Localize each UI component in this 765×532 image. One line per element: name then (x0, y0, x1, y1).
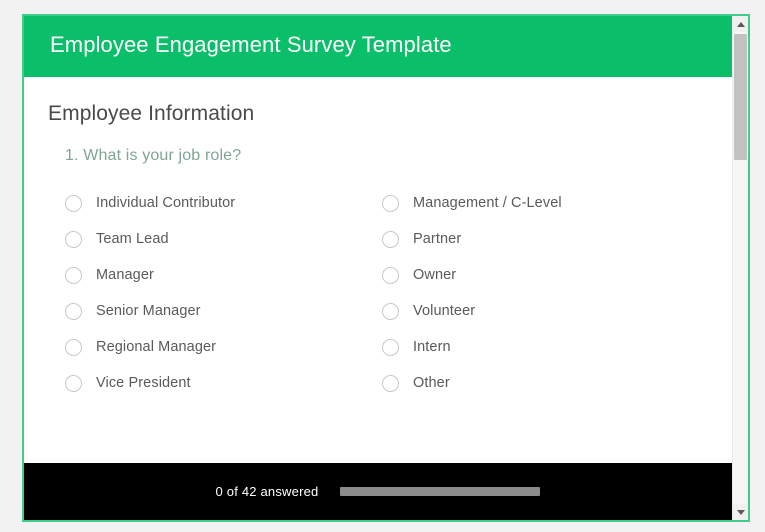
option-label: Intern (413, 339, 451, 355)
radio-option-manager[interactable]: Manager (65, 257, 365, 293)
radio-circle-icon[interactable] (65, 374, 82, 392)
scrollbar-thumb[interactable] (734, 34, 747, 160)
triangle-down-icon (736, 509, 745, 515)
question-text: 1. What is your job role? (65, 147, 242, 164)
footer-progress-group: 0 of 42 answered (24, 463, 732, 520)
answered-count-label: 0 of 42 answered (215, 484, 319, 499)
radio-circle-icon[interactable] (382, 302, 399, 320)
option-label: Senior Manager (96, 303, 201, 319)
survey-footer: 0 of 42 answered (24, 463, 732, 520)
survey-card: Employee Engagement Survey Template Empl… (22, 14, 750, 522)
radio-circle-icon[interactable] (382, 338, 399, 356)
radio-option-regional-manager[interactable]: Regional Manager (65, 329, 365, 365)
radio-circle-icon[interactable] (382, 230, 399, 248)
radio-option-vice-president[interactable]: Vice President (65, 365, 365, 401)
section-heading: Employee Information (48, 102, 255, 125)
option-label: Other (413, 375, 450, 391)
radio-circle-icon[interactable] (382, 266, 399, 284)
survey-title: Employee Engagement Survey Template (50, 32, 452, 57)
progress-bar (340, 487, 541, 496)
radio-option-partner[interactable]: Partner (382, 221, 702, 257)
option-label: Manager (96, 267, 154, 283)
radio-option-senior-manager[interactable]: Senior Manager (65, 293, 365, 329)
options-column-right: Management / C-Level Partner Owner Volun… (382, 185, 702, 401)
option-label: Team Lead (96, 231, 169, 247)
vertical-scrollbar[interactable] (732, 16, 748, 520)
option-label: Partner (413, 231, 462, 247)
radio-option-volunteer[interactable]: Volunteer (382, 293, 702, 329)
radio-circle-icon[interactable] (382, 194, 399, 212)
radio-circle-icon[interactable] (65, 338, 82, 356)
radio-circle-icon[interactable] (65, 266, 82, 284)
option-label: Owner (413, 267, 457, 283)
survey-header: Employee Engagement Survey Template (24, 16, 732, 77)
triangle-up-icon (736, 21, 745, 27)
radio-circle-icon[interactable] (65, 194, 82, 212)
option-label: Management / C-Level (413, 195, 562, 211)
scroll-down-button[interactable] (733, 504, 748, 520)
survey-body: Employee Information 1. What is your job… (24, 77, 732, 463)
radio-option-individual-contributor[interactable]: Individual Contributor (65, 185, 365, 221)
radio-circle-icon[interactable] (65, 302, 82, 320)
radio-option-team-lead[interactable]: Team Lead (65, 221, 365, 257)
radio-option-other[interactable]: Other (382, 365, 702, 401)
radio-circle-icon[interactable] (382, 374, 399, 392)
radio-option-owner[interactable]: Owner (382, 257, 702, 293)
option-label: Regional Manager (96, 339, 217, 355)
radio-option-intern[interactable]: Intern (382, 329, 702, 365)
option-label: Volunteer (413, 303, 476, 319)
scroll-up-button[interactable] (733, 16, 748, 32)
option-label: Vice President (96, 375, 191, 391)
options-column-left: Individual Contributor Team Lead Manager… (65, 185, 365, 401)
radio-circle-icon[interactable] (65, 230, 82, 248)
option-label: Individual Contributor (96, 195, 236, 211)
radio-option-management-c-level[interactable]: Management / C-Level (382, 185, 702, 221)
